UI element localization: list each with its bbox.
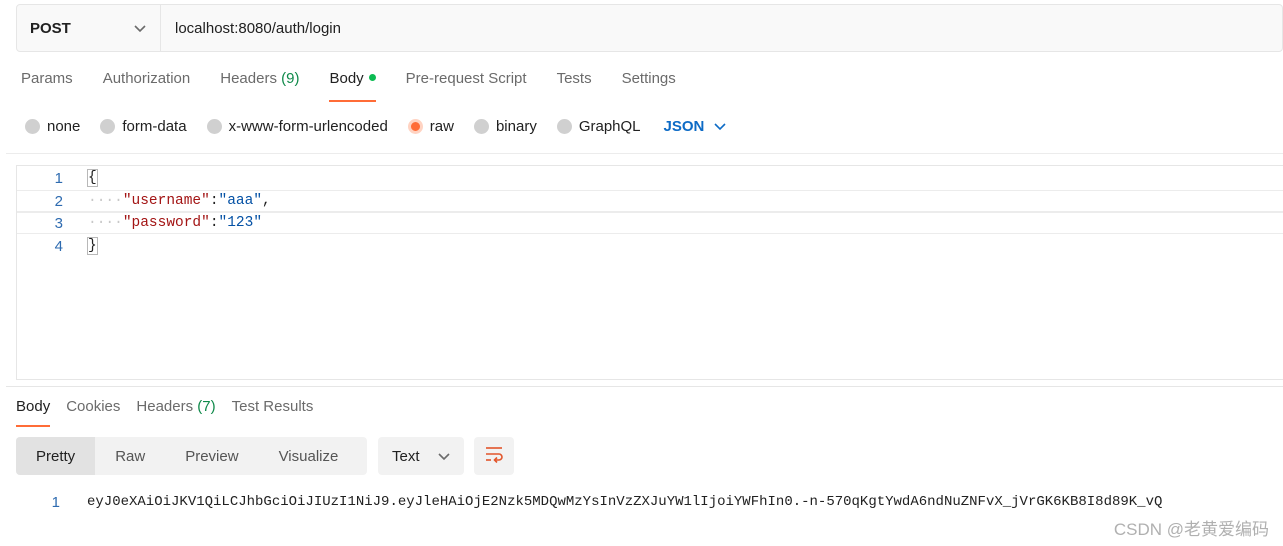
tab-tests[interactable]: Tests — [557, 70, 592, 102]
chevron-down-icon — [134, 20, 146, 37]
view-pretty-button[interactable]: Pretty — [16, 437, 96, 475]
response-token-text: eyJ0eXAiOiJKV1QiLCJhbGciOiJIUzI1NiJ9.eyJ… — [87, 494, 1163, 510]
tab-label: Headers — [136, 398, 194, 415]
tab-label: Body — [16, 398, 51, 415]
tab-label: Authorization — [102, 70, 191, 87]
tab-label: Test Results — [231, 398, 314, 415]
request-tabs: Params Authorization Headers (9) Body Pr… — [21, 70, 676, 102]
radio-label: none — [47, 118, 81, 135]
view-mode-group: Pretty Raw Preview Visualize — [16, 437, 367, 475]
tab-body[interactable]: Body — [329, 70, 376, 102]
body-type-options: none form-data x-www-form-urlencoded raw… — [25, 118, 726, 135]
tab-label: Pre-request Script — [405, 70, 527, 87]
headers-count: (7) — [197, 398, 216, 415]
line-number: 1 — [51, 493, 60, 511]
view-preview-button[interactable]: Preview — [165, 437, 258, 475]
radio-label: GraphQL — [578, 118, 641, 135]
raw-format-select[interactable]: JSON — [664, 118, 727, 135]
radio-label: raw — [429, 118, 454, 135]
chevron-down-icon — [438, 448, 450, 465]
editor-line: 3 ····"password":"123" — [17, 212, 1283, 234]
tab-authorization[interactable]: Authorization — [103, 70, 191, 102]
line-number: 3 — [54, 214, 63, 232]
radio-icon — [100, 119, 116, 134]
url-input[interactable]: localhost:8080/auth/login — [161, 5, 1282, 51]
tab-label: Params — [21, 70, 73, 87]
json-key: "password" — [122, 215, 210, 231]
request-body-editor[interactable]: 1 { 2 ····"username":"aaa", 3 ····"passw… — [16, 165, 1283, 380]
radio-none[interactable]: none — [25, 118, 80, 135]
chevron-down-icon — [714, 118, 726, 135]
json-colon: : — [209, 215, 219, 231]
json-comma: , — [262, 193, 271, 209]
format-select[interactable]: Text — [378, 437, 464, 475]
raw-format-label: JSON — [663, 118, 705, 135]
indent-whitespace: ···· — [88, 193, 123, 209]
tab-response-body[interactable]: Body — [16, 398, 51, 427]
watermark: CSDN @老黄爱编码 — [1113, 520, 1269, 539]
response-body: 1 eyJ0eXAiOiJKV1QiLCJhbGciOiJIUzI1NiJ9.e… — [16, 491, 1163, 513]
line-number: 1 — [54, 169, 63, 187]
json-colon: : — [209, 193, 219, 209]
tab-label: Body — [329, 70, 364, 87]
radio-icon — [473, 119, 489, 134]
json-key: "username" — [122, 193, 210, 209]
body-indicator-dot — [368, 74, 376, 81]
radio-binary[interactable]: binary — [473, 118, 537, 135]
tab-label: Tests — [556, 70, 592, 87]
tab-test-results[interactable]: Test Results — [232, 398, 314, 427]
view-raw-button[interactable]: Raw — [95, 437, 165, 475]
tab-settings[interactable]: Settings — [622, 70, 676, 102]
radio-label: binary — [495, 118, 537, 135]
tab-label: Headers — [220, 70, 277, 87]
radio-icon — [556, 119, 572, 134]
tab-response-headers[interactable]: Headers (7) — [136, 398, 215, 427]
headers-count: (9) — [281, 70, 300, 87]
wrap-lines-icon — [484, 445, 504, 468]
radio-graphql[interactable]: GraphQL — [556, 118, 641, 135]
radio-x-www-form-urlencoded[interactable]: x-www-form-urlencoded — [206, 118, 388, 135]
editor-line: 1 { — [17, 167, 1283, 189]
indent-whitespace: ···· — [88, 215, 123, 231]
tab-label: Settings — [621, 70, 676, 87]
method-select[interactable]: POST — [17, 5, 161, 51]
response-tabs: Body Cookies Headers (7) Test Results — [16, 398, 313, 427]
divider — [6, 386, 1283, 387]
editor-line: 4 } — [17, 235, 1283, 257]
method-label: POST — [30, 19, 71, 37]
json-value: "123" — [218, 215, 263, 231]
json-value: "aaa" — [218, 193, 263, 209]
format-select-label: Text — [392, 447, 420, 465]
radio-label: form-data — [122, 118, 187, 135]
tab-params[interactable]: Params — [21, 70, 73, 102]
radio-form-data[interactable]: form-data — [100, 118, 187, 135]
radio-icon — [206, 119, 222, 134]
line-number: 2 — [54, 192, 63, 210]
close-brace: } — [87, 237, 98, 255]
radio-label: x-www-form-urlencoded — [228, 118, 388, 135]
tab-label: Cookies — [66, 398, 121, 415]
radio-raw[interactable]: raw — [407, 118, 454, 135]
tab-pre-request-script[interactable]: Pre-request Script — [406, 70, 527, 102]
view-visualize-button[interactable]: Visualize — [259, 437, 359, 475]
line-number: 4 — [54, 237, 63, 255]
radio-icon — [25, 119, 40, 134]
open-brace: { — [87, 169, 98, 187]
url-text: localhost:8080/auth/login — [175, 19, 341, 37]
tab-cookies[interactable]: Cookies — [66, 398, 120, 427]
divider — [6, 153, 1283, 154]
wrap-lines-button[interactable] — [474, 437, 514, 475]
tab-headers[interactable]: Headers (9) — [220, 70, 299, 102]
request-url-bar: POST localhost:8080/auth/login — [16, 4, 1283, 52]
radio-selected-icon — [407, 119, 423, 134]
editor-line: 2 ····"username":"aaa", — [17, 190, 1283, 212]
